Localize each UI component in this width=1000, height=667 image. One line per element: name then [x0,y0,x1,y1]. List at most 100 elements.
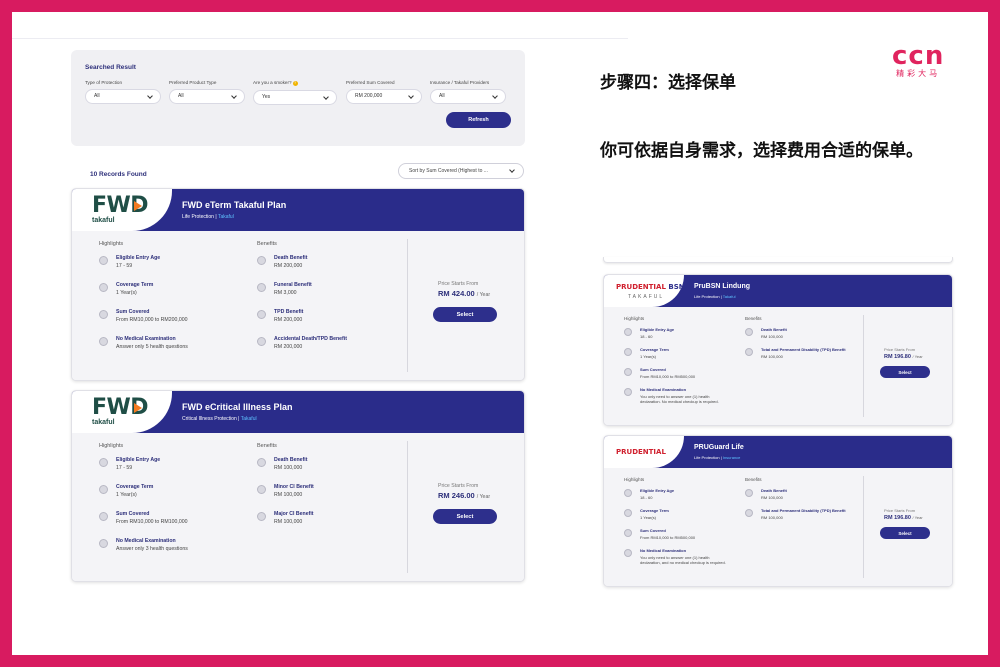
benefit-value: RM 3,000 [274,290,297,297]
highlight-icon [99,539,108,548]
previous-card-edge [603,257,953,263]
highlight-icon [99,310,108,319]
highlight-title: No Medical Examination [640,548,687,553]
logo-subtext: TAKAFUL [628,294,665,300]
benefits-title: Benefits [745,477,762,482]
chevron-down-icon [509,167,515,173]
highlight-title: Sum Covered [116,309,150,315]
select-plan-button[interactable]: Select [880,527,930,539]
help-icon[interactable]: ? [292,81,298,86]
provider-logo: FWD takaful [72,189,172,231]
select-plan-button[interactable]: Select [433,307,497,322]
search-title: Searched Result [85,64,136,71]
benefit-icon [257,256,266,265]
step-description: 你可依据自身需求，选择费用合适的保单。 [600,141,923,161]
highlight-icon [624,529,632,537]
highlight-title: No Medical Examination [116,538,176,544]
filter-sum-covered: Preferred Sum Covered RM 200,000 [346,80,422,104]
highlight-title: Eligible Entry Age [640,327,675,332]
benefit-icon [257,283,266,292]
logo-subtext: takaful [92,419,115,426]
select-plan-button[interactable]: Select [433,509,497,524]
benefit-icon [257,337,266,346]
benefit-title: Accidental Death/TPD Benefit [274,336,347,342]
plan-card: FWD takaful FWD eCritical Illness Plan Crit… [71,390,525,582]
select-plan-button[interactable]: Select [880,366,930,378]
providers-select[interactable]: All [430,89,506,104]
plan-category: Life Protection | Insurance [694,455,741,460]
benefit-title: Major CI Benefit [274,511,314,517]
column-divider [863,315,864,417]
sort-value: Sort by Sum Covered (Highest to ... [409,168,488,174]
provider-logo: PRUDENTIAL BSN TAKAFUL [604,275,685,307]
price-value: RM 196.80 / Year [884,354,923,360]
plan-card-body: Highlights Benefits Eligible Entry Age 17 -… [72,433,524,581]
protection-type-select[interactable]: All [85,89,161,104]
price-value: RM 246.00 / Year [438,491,490,500]
play-icon [134,201,142,211]
sort-select[interactable]: Sort by Sum Covered (Highest to ... [398,163,524,179]
column-divider [863,476,864,578]
highlights-title: Highlights [624,477,645,482]
plan-card-body: Highlights Benefits Eligible Entry Age 18 -… [604,468,952,586]
highlight-title: Sum Covered [640,367,666,372]
logo-text-b: BSN [668,283,685,291]
category-text: Life Protection [182,214,214,220]
select-value: All [178,93,184,99]
play-icon [134,403,142,413]
smoker-select[interactable]: Yes [253,90,337,105]
price-period: / Year [912,354,923,359]
plan-card-body: Highlights Benefits Eligible Entry Age 18 -… [604,307,952,425]
highlight-title: Coverage Term [640,508,669,513]
highlight-icon [624,328,632,336]
benefit-title: Total and Permanent Disability (TPD) Ben… [761,347,846,352]
divider [12,38,628,39]
chevron-down-icon [492,93,498,99]
highlight-value: Answer only 3 health questions [116,546,188,553]
benefit-value: RM 100,000 [274,519,303,526]
filter-smoker: Are you a smoker?? Yes [253,80,337,105]
select-value: All [439,93,445,99]
column-divider [407,239,408,372]
highlight-value: From RM10,000 to RM200,000 [116,317,188,324]
refresh-button[interactable]: Refresh [446,112,511,128]
highlight-icon [99,512,108,521]
select-value: Yes [262,94,271,100]
records-count: 10 Records Found [90,171,147,178]
highlight-icon [624,368,632,376]
price-value: RM 424.00 / Year [438,289,490,298]
benefit-title: Funeral Benefit [274,282,312,288]
highlight-value: 1 Year(s) [640,354,657,359]
highlight-value: From RM10,000 to RM500,000 [640,535,696,540]
benefit-title: TPD Benefit [274,309,304,315]
plan-card-body: Highlights Benefits Eligible Entry Age 17 -… [72,231,524,380]
price-period: / Year [912,515,923,520]
plan-card-header: FWD takaful FWD eCritical Illness Plan Crit… [72,391,524,433]
sum-covered-select[interactable]: RM 200,000 [346,89,422,104]
benefit-icon [745,328,753,336]
highlight-value-2: declaration. No medical checkup is requi… [640,399,719,404]
benefit-title: Death Benefit [274,457,308,463]
logo-subtext: takaful [92,217,115,224]
filter-label: Are you a smoker?? [253,80,337,86]
brand-subtitle: 精彩大马 [896,69,941,78]
highlights-title: Highlights [624,316,645,321]
price-amount: RM 246.00 [438,491,475,501]
filter-protection-type: Type of Protection All [85,80,161,104]
logo-text: PRUDENTIAL BSN [616,283,685,291]
plan-card: PRUDENTIAL BSN TAKAFUL PruBSN Lindung Life … [603,274,953,426]
highlight-title: No Medical Examination [116,336,176,342]
product-type-select[interactable]: All [169,89,245,104]
filter-label: Type of Protection [85,80,123,85]
price-value: RM 196.80 / Year [884,515,923,521]
benefits-title: Benefits [257,241,277,247]
benefit-value: RM 100,000 [761,354,783,359]
benefit-title: Minor CI Benefit [274,484,314,490]
benefits-title: Benefits [745,316,762,321]
plan-card-header: PRUDENTIAL PRUGuard Life Life Protection |… [604,436,952,468]
select-value: RM 200,000 [355,93,383,99]
highlight-icon [99,283,108,292]
search-panel: Searched Result Type of Protection All P… [71,50,525,146]
benefit-title: Death Benefit [274,255,308,261]
select-value: All [94,93,100,99]
